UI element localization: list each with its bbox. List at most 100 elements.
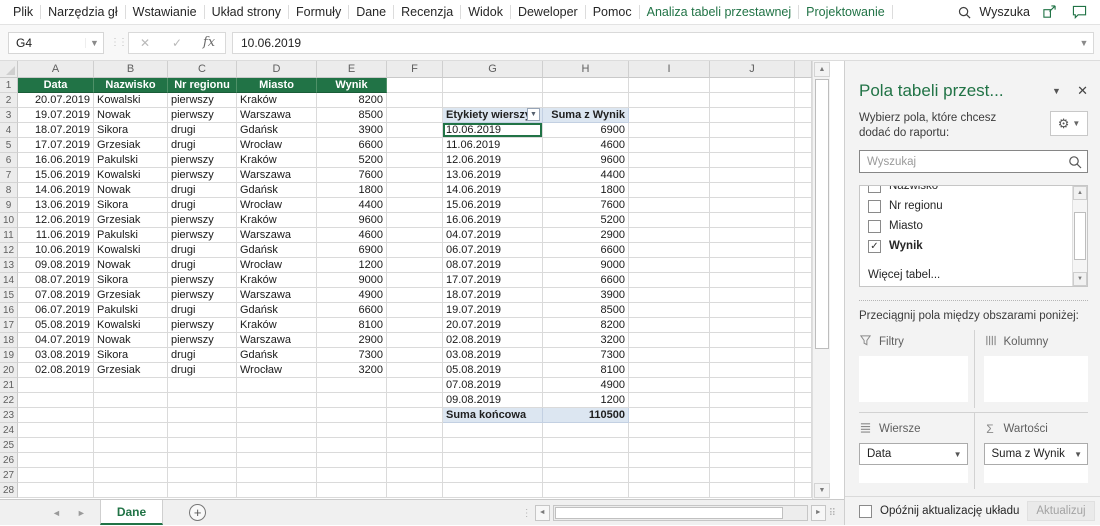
cell-B20[interactable]: Grzesiak — [94, 363, 168, 378]
cell-C9[interactable]: drugi — [168, 198, 237, 213]
cell-E5[interactable]: 6600 — [317, 138, 387, 153]
cell-undefined27[interactable] — [795, 468, 812, 483]
cell-I15[interactable] — [629, 288, 710, 303]
cell-F4[interactable] — [387, 123, 443, 138]
cell-A23[interactable] — [18, 408, 94, 423]
cell-E9[interactable]: 4400 — [317, 198, 387, 213]
cell-F6[interactable] — [387, 153, 443, 168]
cell-A1[interactable]: Data — [18, 78, 94, 93]
columns-area[interactable]: Kolumny — [974, 330, 1089, 408]
cell-B27[interactable] — [94, 468, 168, 483]
cell-A16[interactable]: 06.07.2019 — [18, 303, 94, 318]
scroll-thumb[interactable] — [1074, 212, 1086, 260]
cell-F17[interactable] — [387, 318, 443, 333]
cell-J14[interactable] — [710, 273, 795, 288]
pane-options-icon[interactable]: ▼ — [1052, 86, 1072, 96]
cell-B8[interactable]: Nowak — [94, 183, 168, 198]
cell-E8[interactable]: 1800 — [317, 183, 387, 198]
cell-F7[interactable] — [387, 168, 443, 183]
cell-E15[interactable]: 4900 — [317, 288, 387, 303]
field-item-wynik[interactable]: ✓Wynik — [868, 236, 1087, 256]
cell-B26[interactable] — [94, 453, 168, 468]
cell-H25[interactable] — [543, 438, 629, 453]
cell-J3[interactable] — [710, 108, 795, 123]
checkbox[interactable] — [868, 185, 881, 193]
cell-H8[interactable]: 1800 — [543, 183, 629, 198]
checkbox[interactable] — [868, 200, 881, 213]
cell-J19[interactable] — [710, 348, 795, 363]
vertical-scrollbar[interactable]: ▲ ▼ — [812, 61, 830, 499]
cell-F8[interactable] — [387, 183, 443, 198]
row-header-17[interactable]: 17 — [0, 318, 18, 333]
cell-G24[interactable] — [443, 423, 543, 438]
cell-H9[interactable]: 7600 — [543, 198, 629, 213]
cell-G14[interactable]: 17.07.2019 — [443, 273, 543, 288]
name-box-dropdown-icon[interactable]: ▼ — [85, 38, 103, 48]
menu-tab-analiza-tabeli-przestawnej[interactable]: Analiza tabeli przestawnej — [640, 5, 799, 19]
cell-undefined14[interactable] — [795, 273, 812, 288]
cell-D28[interactable] — [237, 483, 317, 498]
cell-C13[interactable]: drugi — [168, 258, 237, 273]
cell-F27[interactable] — [387, 468, 443, 483]
values-area[interactable]: Σ Wartości Suma z Wynik ▼ — [974, 412, 1089, 489]
cell-F20[interactable] — [387, 363, 443, 378]
menu-tab-wstawianie[interactable]: Wstawianie — [126, 5, 204, 19]
cell-E24[interactable] — [317, 423, 387, 438]
cell-G13[interactable]: 08.07.2019 — [443, 258, 543, 273]
cell-D1[interactable]: Miasto — [237, 78, 317, 93]
cell-A11[interactable]: 11.06.2019 — [18, 228, 94, 243]
cell-C10[interactable]: pierwszy — [168, 213, 237, 228]
cell-H18[interactable]: 3200 — [543, 333, 629, 348]
cell-E3[interactable]: 8500 — [317, 108, 387, 123]
cell-D19[interactable]: Gdańsk — [237, 348, 317, 363]
cell-F1[interactable] — [387, 78, 443, 93]
cell-C18[interactable]: pierwszy — [168, 333, 237, 348]
cell-H4[interactable]: 6900 — [543, 123, 629, 138]
cell-B11[interactable]: Pakulski — [94, 228, 168, 243]
col-header-A[interactable]: A — [18, 61, 94, 78]
cell-undefined5[interactable] — [795, 138, 812, 153]
defer-checkbox[interactable] — [859, 505, 872, 518]
cell-I6[interactable] — [629, 153, 710, 168]
col-header-J[interactable]: J — [710, 61, 795, 78]
columns-dropzone[interactable] — [984, 356, 1089, 402]
cell-I16[interactable] — [629, 303, 710, 318]
cell-J11[interactable] — [710, 228, 795, 243]
cell-F16[interactable] — [387, 303, 443, 318]
cell-E10[interactable]: 9600 — [317, 213, 387, 228]
cell-A22[interactable] — [18, 393, 94, 408]
menu-tab-pomoc[interactable]: Pomoc — [586, 5, 639, 19]
cell-H14[interactable]: 6600 — [543, 273, 629, 288]
cell-undefined19[interactable] — [795, 348, 812, 363]
cell-undefined22[interactable] — [795, 393, 812, 408]
row-header-1[interactable]: 1 — [0, 78, 18, 93]
cell-F18[interactable] — [387, 333, 443, 348]
cell-undefined13[interactable] — [795, 258, 812, 273]
row-header-16[interactable]: 16 — [0, 303, 18, 318]
cell-A17[interactable]: 05.08.2019 — [18, 318, 94, 333]
field-item-nazwisko[interactable]: Nazwisko — [868, 185, 1087, 196]
cell-D9[interactable]: Wrocław — [237, 198, 317, 213]
cell-G17[interactable]: 20.07.2019 — [443, 318, 543, 333]
cell-G12[interactable]: 06.07.2019 — [443, 243, 543, 258]
cell-J9[interactable] — [710, 198, 795, 213]
cell-E12[interactable]: 6900 — [317, 243, 387, 258]
cell-J6[interactable] — [710, 153, 795, 168]
cell-F14[interactable] — [387, 273, 443, 288]
cell-D24[interactable] — [237, 423, 317, 438]
filters-area[interactable]: Filtry — [859, 330, 974, 408]
formula-input[interactable]: 10.06.2019 ▼ — [232, 32, 1094, 54]
cell-J25[interactable] — [710, 438, 795, 453]
col-header-I[interactable]: I — [629, 61, 710, 78]
menu-tab-formuły[interactable]: Formuły — [289, 5, 348, 19]
cell-C16[interactable]: drugi — [168, 303, 237, 318]
cell-G21[interactable]: 07.08.2019 — [443, 378, 543, 393]
cell-F5[interactable] — [387, 138, 443, 153]
horizontal-scrollbar[interactable]: ⋮ ◄ ► ⠿ — [522, 500, 836, 526]
cell-J18[interactable] — [710, 333, 795, 348]
name-box[interactable]: G4 ▼ — [8, 32, 104, 54]
cell-F25[interactable] — [387, 438, 443, 453]
cell-C28[interactable] — [168, 483, 237, 498]
cell-F3[interactable] — [387, 108, 443, 123]
cell-I18[interactable] — [629, 333, 710, 348]
